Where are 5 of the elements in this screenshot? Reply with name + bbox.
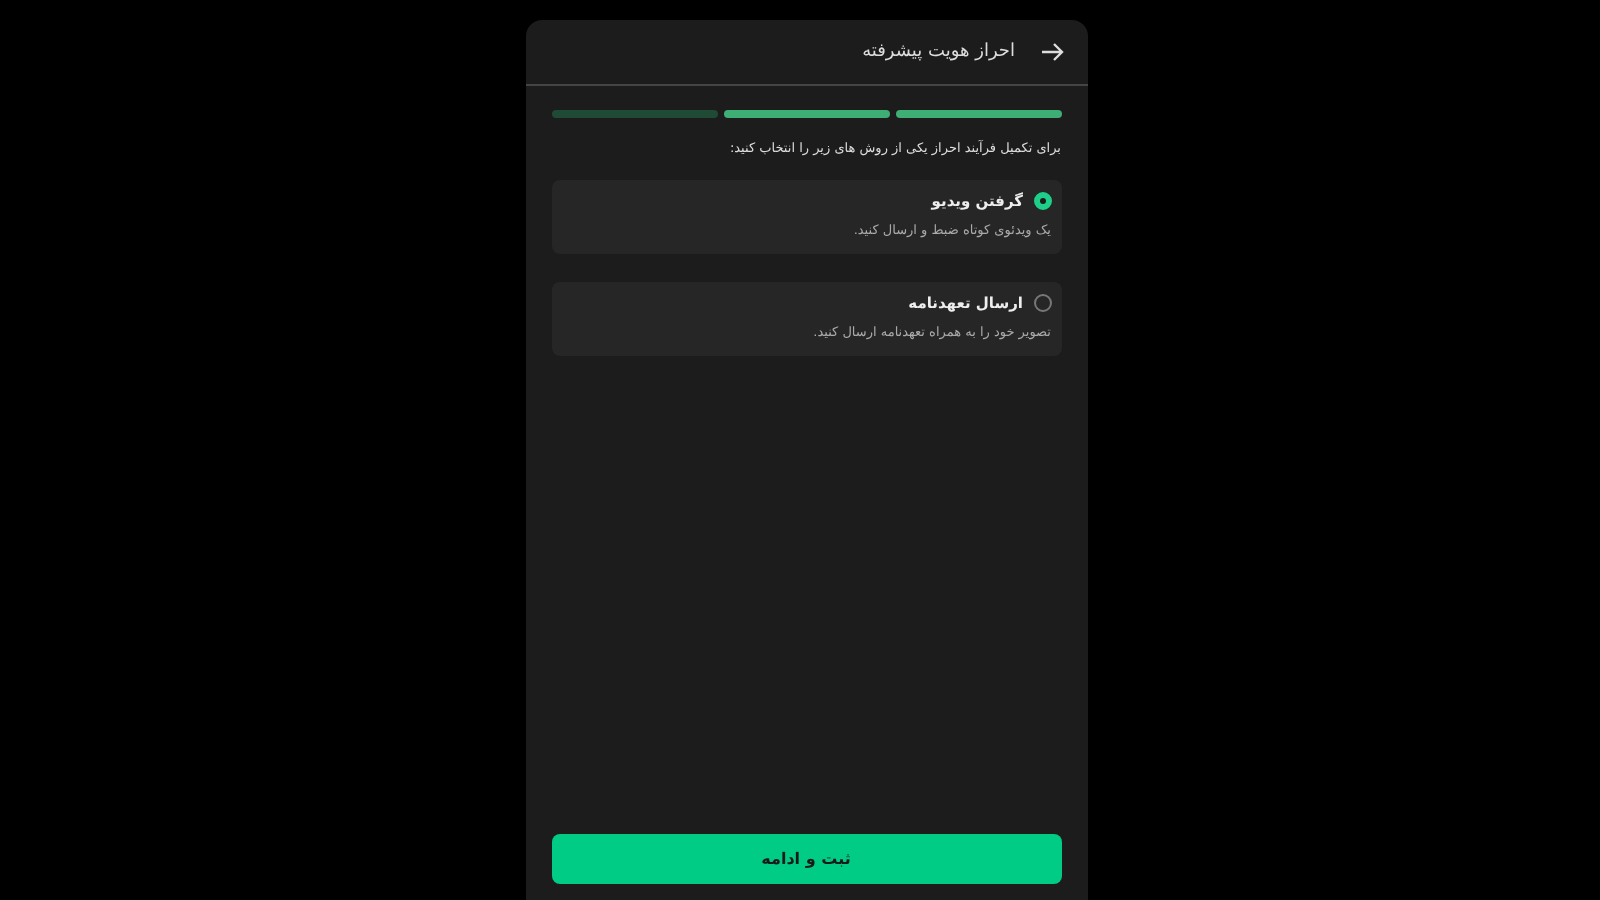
radio-button[interactable]	[1033, 294, 1051, 312]
submit-button[interactable]: ثبت و ادامه	[551, 834, 1061, 884]
page-title: احراز هویت پیشرفته	[862, 42, 1015, 62]
back-arrow-icon[interactable]	[1039, 42, 1063, 62]
radio-button[interactable]	[1033, 192, 1051, 210]
